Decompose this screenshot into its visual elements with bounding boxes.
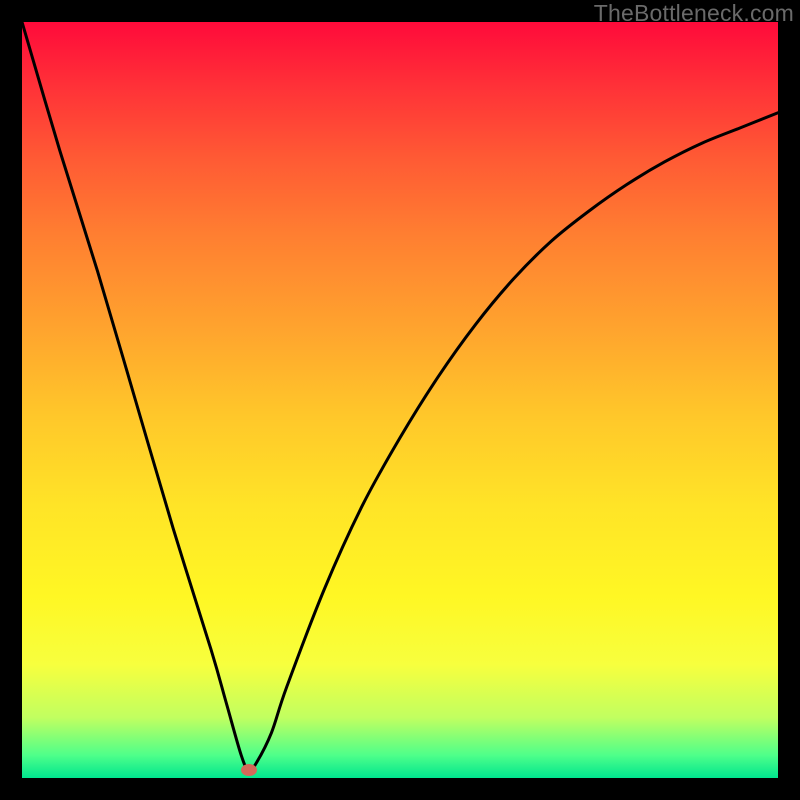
watermark-text: TheBottleneck.com	[594, 0, 794, 27]
bottleneck-curve	[22, 22, 778, 778]
optimal-point-marker	[241, 764, 257, 776]
chart-plot-area	[22, 22, 778, 778]
